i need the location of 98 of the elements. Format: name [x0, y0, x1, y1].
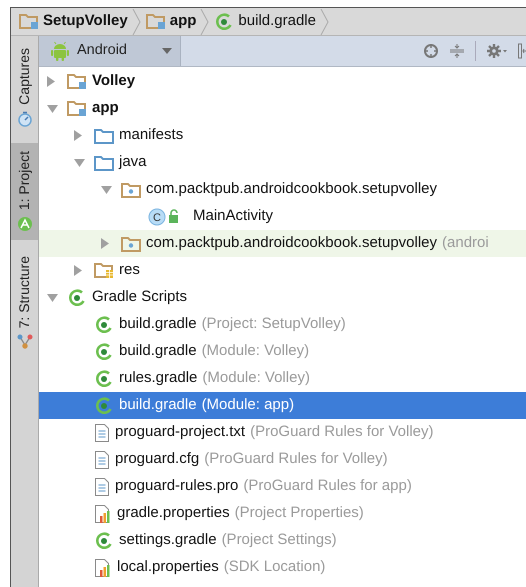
- gradle-icon: [94, 368, 114, 388]
- breadcrumb[interactable]: build.gradle: [214, 10, 320, 33]
- tree-row[interactable]: proguard.cfg (ProGuard Rules for Volley): [39, 446, 526, 473]
- structure-icon: [16, 334, 32, 350]
- collapsed-arrow-icon[interactable]: [47, 76, 55, 87]
- tree-row[interactable]: build.gradle (Project: SetupVolley): [39, 311, 526, 338]
- module-folder-icon: [67, 73, 87, 90]
- folder-icon: [94, 128, 114, 144]
- item-label: build.gradle: [119, 395, 197, 416]
- item-hint: (ProGuard Rules for app): [243, 476, 412, 496]
- folder-icon: [94, 154, 114, 170]
- item-label: build.gradle: [119, 341, 197, 362]
- android-icon: [51, 41, 69, 61]
- tree-row[interactable]: build.gradle (Module: Volley): [39, 338, 526, 365]
- gradle-icon: [94, 342, 114, 362]
- item-hint: (Module: Volley): [202, 368, 310, 388]
- item-hint: (ProGuard Rules for Volley): [204, 449, 388, 470]
- package-folder-icon: [121, 236, 141, 252]
- gradle-icon: [94, 530, 114, 550]
- tree-row[interactable]: local.properties (SDK Location): [39, 554, 526, 581]
- view-selector-dropdown[interactable]: Android: [39, 36, 181, 66]
- item-label: gradle.properties: [117, 503, 230, 524]
- item-hint: (Module: Volley): [202, 341, 310, 362]
- item-hint: (ProGuard Rules for Volley): [250, 422, 434, 442]
- collapsed-arrow-icon[interactable]: [101, 238, 109, 249]
- text-file-icon: [94, 476, 110, 496]
- tree-row[interactable]: res: [39, 257, 526, 284]
- gradle-icon: [67, 288, 87, 308]
- item-label: local.properties: [117, 557, 219, 578]
- gradle-icon: [94, 314, 114, 334]
- gradle-icon: [94, 396, 114, 416]
- item-hint: (Project Settings): [222, 530, 337, 550]
- breadcrumb-label: SetupVolley: [43, 11, 128, 32]
- collapse-all-icon[interactable]: [449, 43, 465, 59]
- tree-row[interactable]: gradle.properties (Project Properties): [39, 500, 526, 527]
- text-file-icon: [94, 422, 110, 442]
- tree-row[interactable]: manifests: [39, 122, 526, 149]
- android-studio-icon: [16, 216, 32, 232]
- settings-icon[interactable]: [486, 43, 508, 59]
- collapsed-arrow-icon[interactable]: [74, 265, 82, 276]
- resource-folder-icon: [94, 262, 114, 279]
- item-label: proguard-rules.pro: [115, 476, 238, 496]
- breadcrumb-label: app: [170, 11, 196, 32]
- expanded-arrow-icon[interactable]: [47, 294, 58, 302]
- module-folder-icon: [67, 100, 87, 117]
- tree-row[interactable]: proguard-project.txt (ProGuard Rules for Volley): [39, 419, 526, 446]
- item-label: com.packtpub.androidcookbook.setupvolley: [146, 233, 438, 254]
- tree-row[interactable]: com.packtpub.androidcookbook.setupvolley (androi: [39, 230, 526, 257]
- properties-file-icon: [94, 504, 112, 524]
- item-label: java: [119, 152, 147, 172]
- properties-file-icon: [94, 558, 112, 578]
- tree-row[interactable]: build.gradle (Module: app): [39, 392, 526, 419]
- tree-row[interactable]: settings.gradle (Project Settings): [39, 527, 526, 554]
- item-label: build.gradle: [119, 314, 197, 334]
- breadcrumb[interactable]: SetupVolley: [19, 10, 132, 33]
- item-hint: (SDK Location): [224, 557, 326, 578]
- item-hint: (Module: app): [202, 395, 294, 416]
- tree-row[interactable]: C MainActivity: [39, 203, 526, 230]
- item-label: proguard.cfg: [115, 449, 200, 470]
- crosshair-icon[interactable]: [423, 43, 439, 59]
- tree-row[interactable]: Volley: [39, 68, 526, 95]
- item-label: MainActivity: [193, 206, 274, 226]
- tree-row[interactable]: rules.gradle (Module: Volley): [39, 365, 526, 392]
- view-selector-value: Android: [77, 41, 128, 60]
- caret-icon: [162, 48, 172, 54]
- item-hint: (Project Properties): [234, 503, 364, 524]
- tool-window-tab[interactable]: 1: Project: [11, 142, 38, 240]
- item-label: app: [92, 98, 119, 118]
- expanded-arrow-icon[interactable]: [101, 186, 112, 194]
- text-file-icon: [94, 450, 110, 470]
- tree-row[interactable]: app: [39, 95, 526, 122]
- gradle-icon: [214, 12, 234, 32]
- item-label: Gradle Scripts: [92, 287, 188, 308]
- item-label: com.packtpub.androidcookbook.setupvolley: [146, 179, 438, 200]
- item-label: proguard-project.txt: [115, 422, 246, 442]
- package-folder-icon: [121, 182, 141, 198]
- item-hint: (Project: SetupVolley): [202, 314, 346, 334]
- item-label: manifests: [119, 125, 184, 146]
- item-label: settings.gradle: [119, 530, 217, 550]
- module-folder-icon: [19, 13, 39, 30]
- tree-row[interactable]: Gradle Scripts: [39, 284, 526, 311]
- tree-row[interactable]: java: [39, 149, 526, 176]
- module-folder-icon: [146, 13, 166, 30]
- tool-window-tab[interactable]: 7: Structure: [11, 248, 38, 358]
- breadcrumb-label: build.gradle: [238, 11, 316, 32]
- tree-row[interactable]: com.packtpub.androidcookbook.setupvolley: [39, 176, 526, 203]
- breadcrumb[interactable]: app: [146, 10, 200, 33]
- tool-window-tab[interactable]: Captures: [11, 40, 38, 135]
- item-label: Volley: [92, 71, 136, 92]
- tree-row[interactable]: proguard-rules.pro (ProGuard Rules for app): [39, 473, 526, 500]
- hide-panel-icon[interactable]: [518, 43, 526, 59]
- item-label: rules.gradle: [119, 368, 198, 388]
- item-hint: (androi: [442, 233, 489, 254]
- item-label: res: [119, 260, 140, 280]
- collapsed-arrow-icon[interactable]: [74, 130, 82, 141]
- expanded-arrow-icon[interactable]: [74, 158, 85, 166]
- stopwatch-icon: [16, 110, 32, 127]
- expanded-arrow-icon[interactable]: [47, 104, 58, 112]
